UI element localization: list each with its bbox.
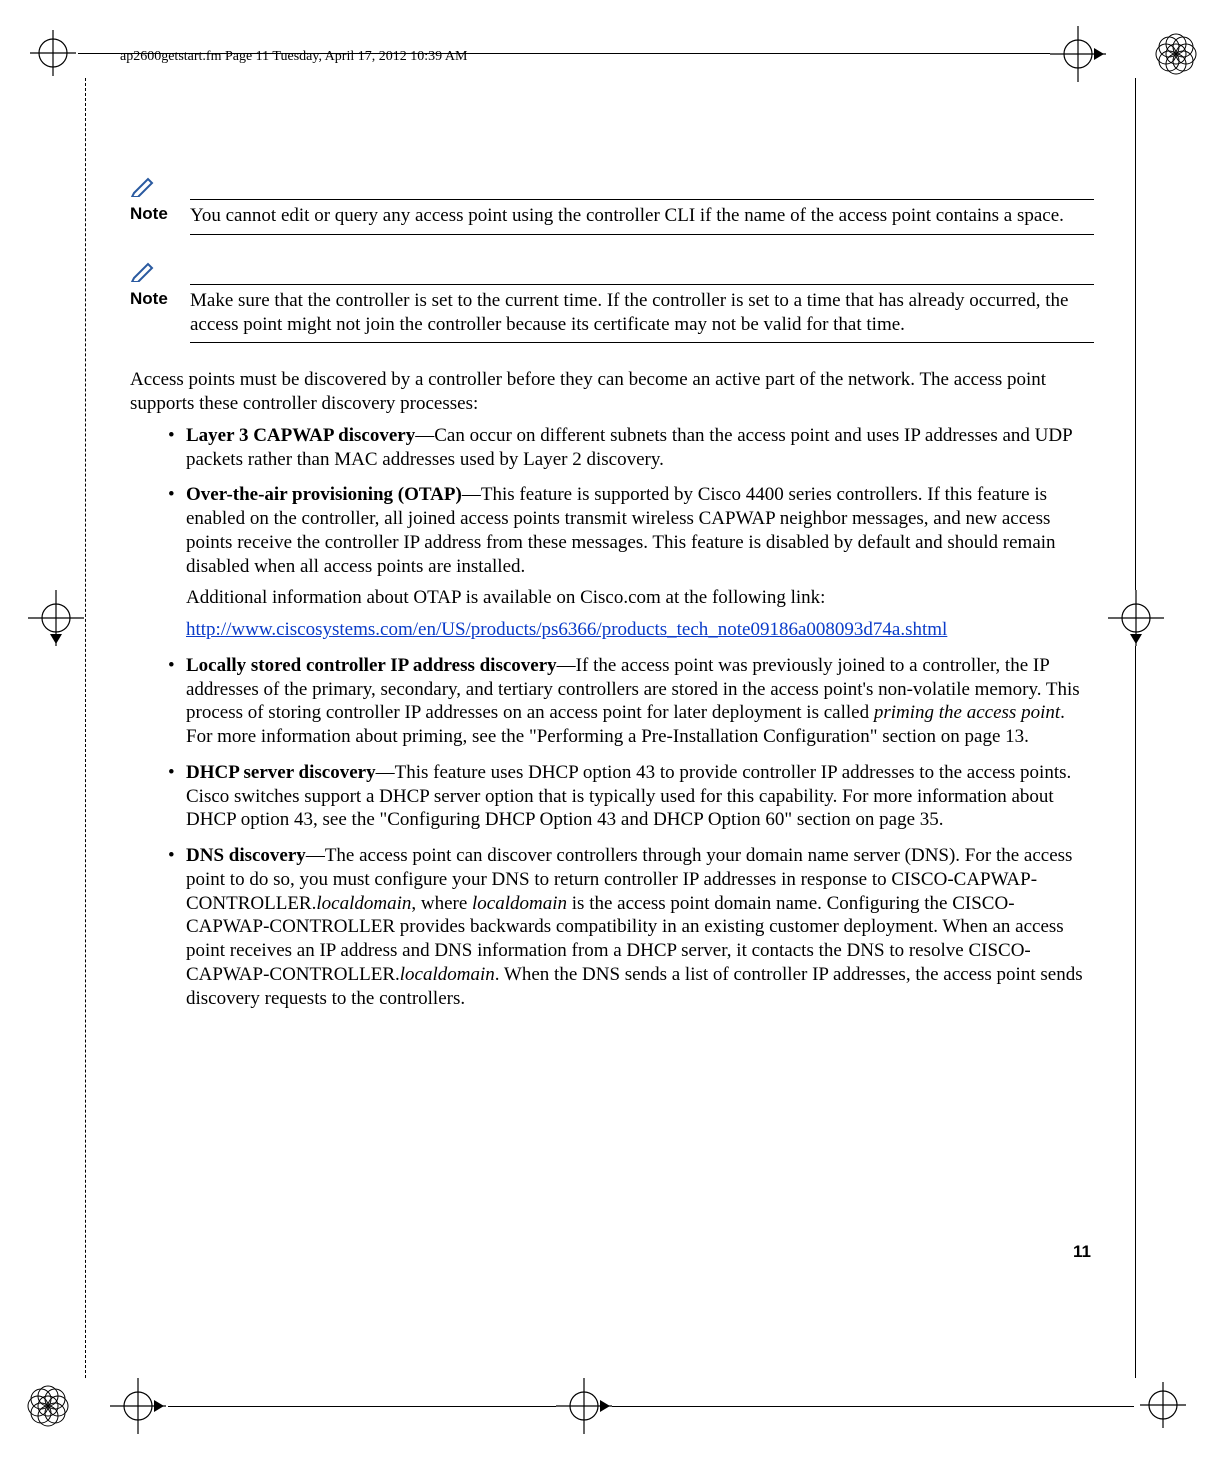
crop-mark-bottom-mid [556, 1378, 612, 1434]
note-rule-bottom [190, 342, 1094, 343]
bottom-crop-line-right [612, 1406, 1134, 1407]
crop-mark-bottom-right [1140, 1382, 1186, 1428]
running-header: ap2600getstart.fm Page 11 Tuesday, April… [120, 49, 467, 65]
bullet-subtext: Additional information about OTAP is ava… [186, 586, 1094, 610]
note-rule-top [190, 199, 1094, 200]
bullet-otap: Over-the-air provisioning (OTAP)—This fe… [170, 483, 1094, 642]
page-number: 11 [1073, 1242, 1091, 1262]
note-block-1: Note You cannot edit or query any access… [130, 175, 1094, 235]
bullet-local-ip: Locally stored controller IP address dis… [170, 654, 1094, 749]
page-root: ap2600getstart.fm Page 11 Tuesday, April… [0, 0, 1221, 1462]
right-crop-line-bottom [1135, 646, 1136, 1378]
note-body-2: Make sure that the controller is set to … [190, 289, 1094, 337]
note-label: Note [130, 204, 190, 224]
note-body-1: You cannot edit or query any access poin… [190, 204, 1094, 228]
right-crop-line-top [1135, 78, 1136, 590]
crop-mark-left-mid [28, 590, 84, 646]
bullet-italic-2: localdomain [472, 893, 567, 914]
note-pen-icon [130, 260, 158, 282]
bullet-layer3: Layer 3 CAPWAP discovery—Can occur on di… [170, 424, 1094, 472]
bullet-italic-3: localdomain [400, 964, 495, 985]
bullet-italic: priming the access point [874, 702, 1060, 723]
bullet-lead: Locally stored controller IP address dis… [186, 655, 557, 676]
otap-link[interactable]: http://www.ciscosystems.com/en/US/produc… [186, 618, 1094, 642]
note-block-2: Note Make sure that the controller is se… [130, 260, 1094, 344]
discovery-bullet-list: Layer 3 CAPWAP discovery—Can occur on di… [130, 424, 1094, 1011]
crop-mark-top-left [30, 30, 76, 76]
bullet-lead: DHCP server discovery [186, 762, 376, 783]
bullet-lead: Over-the-air provisioning (OTAP) [186, 484, 462, 505]
note-label: Note [130, 289, 190, 309]
bullet-dns: DNS discovery—The access point can disco… [170, 844, 1094, 1010]
rosette-top-right [1150, 28, 1202, 80]
crop-mark-bottom-left-wheel [110, 1378, 166, 1434]
bottom-crop-line-left [168, 1406, 556, 1407]
intro-paragraph: Access points must be discovered by a co… [130, 368, 1094, 416]
bullet-text-b: , where [411, 893, 472, 914]
bullet-italic-1: localdomain [316, 893, 411, 914]
left-inner-crop-line [85, 78, 86, 1378]
note-pen-icon [130, 175, 158, 197]
crop-mark-top-right-wheel [1050, 26, 1106, 82]
bullet-dhcp: DHCP server discovery—This feature uses … [170, 761, 1094, 832]
bullet-lead: DNS discovery [186, 845, 306, 866]
crop-mark-right-mid [1108, 590, 1164, 646]
page-content: Note You cannot edit or query any access… [130, 175, 1094, 1022]
bullet-lead: Layer 3 CAPWAP discovery [186, 425, 415, 446]
note-rule-top [190, 284, 1094, 285]
note-rule-bottom [190, 234, 1094, 235]
rosette-bottom-left [22, 1380, 74, 1432]
